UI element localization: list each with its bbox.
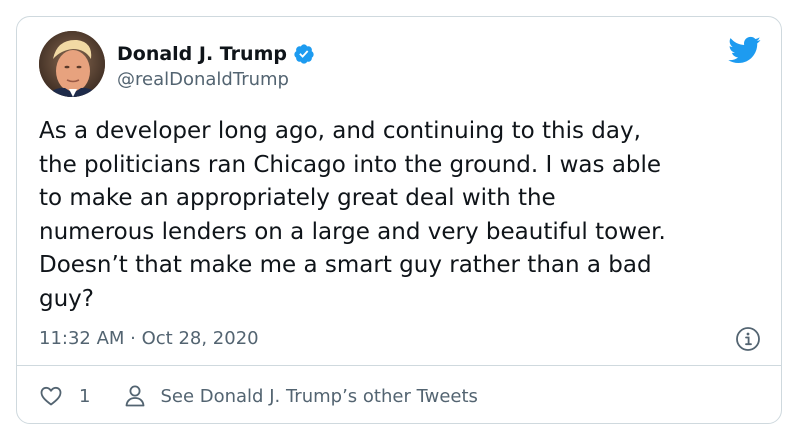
twitter-bird-icon[interactable] (727, 35, 761, 65)
tweet-card[interactable]: Donald J. Trump @realDonaldTrump As a de… (16, 16, 782, 424)
verified-badge-icon (293, 43, 315, 65)
person-icon (124, 384, 146, 408)
see-other-tweets-link[interactable]: See Donald J. Trump’s other Tweets (124, 384, 478, 408)
info-icon[interactable] (735, 326, 761, 352)
author-name-row[interactable]: Donald J. Trump (117, 41, 315, 67)
tweet-timestamp[interactable]: 11:32 AM · Oct 28, 2020 (39, 328, 259, 349)
heart-icon (39, 384, 63, 408)
tweet-text: As a developer long ago, and continuing … (39, 118, 666, 312)
avatar[interactable] (39, 31, 105, 97)
author-handle[interactable]: @realDonaldTrump (117, 69, 289, 90)
avatar-image (39, 31, 105, 97)
like-button[interactable]: 1 (39, 384, 90, 408)
see-other-tweets-label: See Donald J. Trump’s other Tweets (160, 385, 478, 407)
like-count: 1 (79, 385, 91, 407)
author-display-name[interactable]: Donald J. Trump (117, 43, 287, 65)
tweet-actions: 1 See Donald J. Trump’s other Tweets (39, 381, 478, 411)
divider (17, 365, 781, 366)
